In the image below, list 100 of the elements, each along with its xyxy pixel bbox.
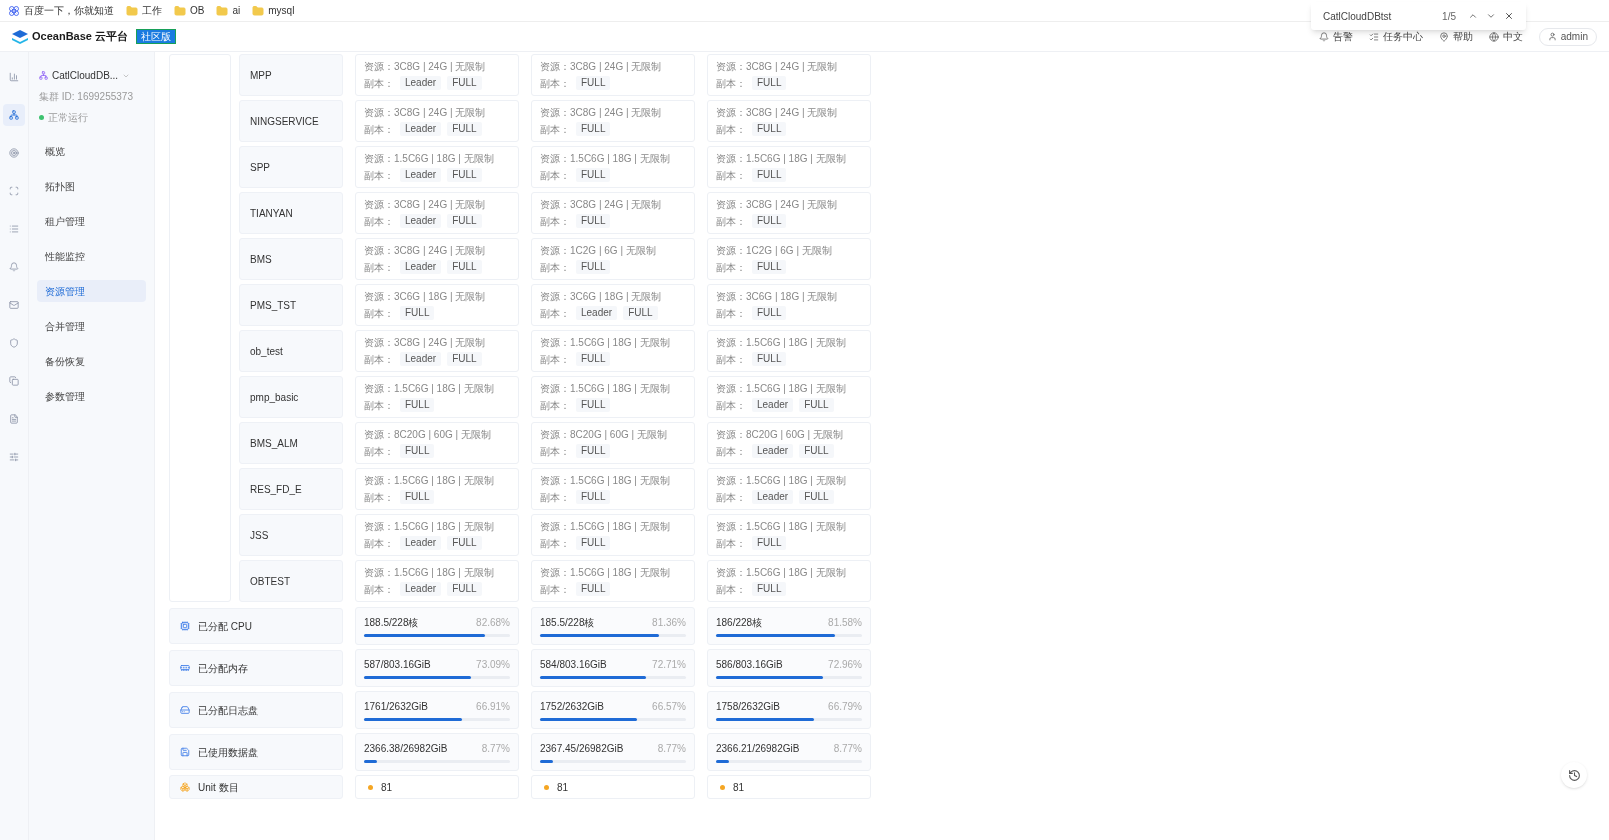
replica-tag: Leader	[576, 306, 618, 320]
edition-badge: 社区版	[136, 29, 176, 44]
tenant-name-cell: MPP	[239, 54, 343, 96]
replica-tag: FULL	[447, 214, 482, 228]
sliders-icon	[9, 452, 19, 462]
replica-tag: FULL	[752, 76, 787, 90]
replica-tag: FULL	[752, 122, 787, 136]
usage-value: 584/803.16GiB	[540, 657, 607, 671]
replica-tag: Leader	[400, 582, 442, 596]
tenant-name-cell: pmp_basic	[239, 376, 343, 418]
metric-label: Unit 数目	[198, 780, 239, 795]
replica-label: 副本：	[540, 168, 570, 182]
usage-value: 587/803.16GiB	[364, 657, 431, 671]
task-list-icon	[1368, 31, 1379, 42]
resource-spec: 资源：3C8G | 24G | 无限制	[364, 336, 487, 349]
replica-tag: FULL	[752, 352, 787, 366]
cluster-icon	[39, 71, 48, 80]
shield-icon	[9, 338, 19, 348]
replica-tag: FULL	[799, 490, 834, 504]
header-link[interactable]: 任务中心	[1382, 29, 1423, 44]
usage-percent: 8.77%	[833, 741, 862, 755]
boxes-icon	[180, 782, 190, 792]
replica-label: 副本：	[716, 122, 746, 136]
menu-item[interactable]: 性能监控	[37, 245, 146, 267]
target-icon	[9, 148, 19, 158]
folder-icon	[126, 4, 138, 17]
copy-icon	[9, 376, 19, 386]
usage-value: 2366.21/26982GiB	[716, 741, 800, 755]
history-button[interactable]	[1561, 762, 1587, 788]
menu-item[interactable]: 合并管理	[37, 315, 146, 337]
next-icon[interactable]	[1486, 11, 1496, 21]
resource-spec: 资源：1.5C6G | 18G | 无限制	[540, 336, 671, 349]
replica-tag: FULL	[576, 536, 611, 550]
menu-item[interactable]: 概览	[37, 140, 146, 162]
header-link[interactable]: 帮助	[1452, 29, 1473, 44]
replica-tag: FULL	[752, 168, 787, 182]
menu-item[interactable]: 拓扑图	[37, 175, 146, 197]
close-icon[interactable]	[1504, 11, 1514, 21]
scan-icon	[9, 186, 19, 196]
tenant-name-cell: BMS	[239, 238, 343, 280]
replica-label: 副本：	[364, 214, 394, 228]
resource-spec: 资源：1.5C6G | 18G | 无限制	[716, 520, 847, 533]
replica-tag: FULL	[752, 536, 787, 550]
rail-tab[interactable]	[3, 104, 25, 126]
replica-tag: Leader	[752, 444, 794, 458]
replica-label: 副本：	[540, 582, 570, 596]
bell-icon	[1318, 31, 1329, 42]
menu-item[interactable]: 资源管理	[37, 280, 146, 302]
bookmark-link[interactable]: ai	[232, 3, 241, 18]
previous-icon[interactable]	[1468, 11, 1478, 21]
replica-label: 副本：	[364, 306, 394, 320]
replica-label: 副本：	[716, 306, 746, 320]
replica-tag: FULL	[799, 444, 834, 458]
tenant-name-cell: RES_FD_E	[239, 468, 343, 510]
replica-label: 副本：	[540, 398, 570, 412]
resource-spec: 资源：1C2G | 6G | 无限制	[716, 244, 833, 257]
replica-label: 副本：	[540, 352, 570, 366]
resource-spec: 资源：3C8G | 24G | 无限制	[364, 198, 487, 211]
resource-spec: 资源：1.5C6G | 18G | 无限制	[364, 474, 495, 487]
bookmark-link[interactable]: mysql	[268, 3, 295, 18]
usage-percent: 81.58%	[828, 615, 862, 629]
replica-tag: Leader	[752, 490, 794, 504]
replica-tag: FULL	[447, 582, 482, 596]
replica-label: 副本：	[716, 76, 746, 90]
replica-label: 副本：	[540, 536, 570, 550]
menu-item[interactable]: 备份恢复	[37, 350, 146, 372]
resource-spec: 资源：1.5C6G | 18G | 无限制	[540, 474, 671, 487]
resource-spec: 资源：1.5C6G | 18G | 无限制	[364, 566, 495, 579]
folder-icon	[216, 4, 229, 17]
usage-value: 186/228核	[716, 615, 763, 629]
replica-tag: Leader	[752, 398, 794, 412]
replica-label: 副本：	[540, 122, 570, 136]
metric-label: 已分配内存	[198, 661, 248, 676]
mail-icon	[9, 300, 19, 310]
bookmark-link[interactable]: 百度一下，你就知道	[24, 3, 114, 18]
bookmark-link[interactable]: 工作	[142, 3, 162, 18]
header-link[interactable]: 告警	[1332, 29, 1353, 44]
unit-count: 81	[381, 780, 393, 795]
tenant-name-cell: TIANYAN	[239, 192, 343, 234]
bookmark-link[interactable]: OB	[190, 3, 205, 18]
replica-label: 副本：	[716, 444, 746, 458]
replica-tag: FULL	[752, 306, 787, 320]
replica-tag: FULL	[447, 352, 482, 366]
header-link[interactable]: 中文	[1502, 29, 1523, 44]
menu-item[interactable]: 租户管理	[37, 210, 146, 232]
replica-label: 副本：	[716, 582, 746, 596]
resource-spec: 资源：1.5C6G | 18G | 无限制	[540, 520, 671, 533]
resource-spec: 资源：1.5C6G | 18G | 无限制	[716, 566, 847, 579]
replica-tag: FULL	[623, 306, 658, 320]
replica-tag: FULL	[576, 214, 611, 228]
bar-chart-icon	[9, 72, 19, 82]
replica-tag: FULL	[576, 582, 611, 596]
resource-spec: 资源：3C8G | 24G | 无限制	[364, 244, 487, 257]
resource-spec: 资源：1.5C6G | 18G | 无限制	[540, 382, 671, 395]
resource-spec: 资源：1.5C6G | 18G | 无限制	[716, 152, 847, 165]
resource-spec: 资源：8C20G | 60G | 无限制	[540, 428, 668, 441]
resource-spec: 资源：3C8G | 24G | 无限制	[540, 60, 663, 73]
usage-percent: 8.77%	[481, 741, 510, 755]
replica-tag: FULL	[576, 76, 611, 90]
menu-item[interactable]: 参数管理	[37, 385, 146, 407]
